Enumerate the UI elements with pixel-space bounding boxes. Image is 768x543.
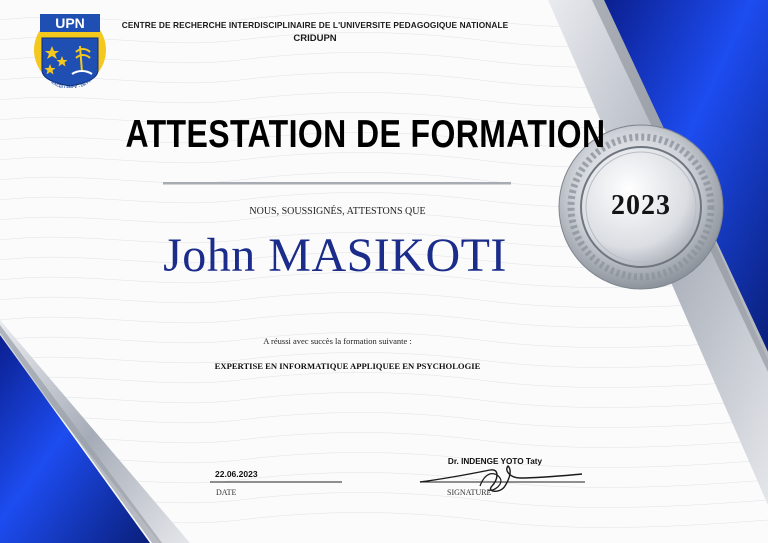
seal-year: 2023	[611, 190, 671, 221]
title-underline	[163, 182, 511, 185]
header: CENTRE DE RECHERCHE INTERDISCIPLINAIRE D…	[115, 20, 515, 44]
success-statement: A réussi avec succès la formation suivan…	[263, 336, 412, 346]
course-title: EXPERTISE EN INFORMATIQUE APPLIQUEE EN P…	[214, 361, 481, 371]
signature-label: SIGNATURE	[447, 488, 492, 497]
certificate-page: UPN FORMATION - EXCELLENCE - DEVELOPPEME…	[0, 0, 768, 543]
bottom-left-blue-band	[0, 335, 150, 543]
certificate-title: ATTESTATION DE FORMATION	[125, 113, 606, 156]
upn-logo: UPN FORMATION - EXCELLENCE - DEVELOPPEME…	[32, 12, 106, 88]
date-value: 22.06.2023	[215, 469, 258, 479]
organization-abbreviation: CRIDUPN	[293, 33, 337, 44]
date-label: DATE	[216, 488, 237, 497]
organization-name: CENTRE DE RECHERCHE INTERDISCIPLINAIRE D…	[121, 20, 509, 30]
logo-initials: UPN	[55, 15, 85, 31]
signer-name: Dr. INDENGE YOTO Taty	[447, 457, 543, 466]
attestation-intro: NOUS, SOUSSIGNÉS, ATTESTONS QUE	[249, 206, 426, 217]
recipient-name: John MASIKOTI	[163, 229, 507, 282]
